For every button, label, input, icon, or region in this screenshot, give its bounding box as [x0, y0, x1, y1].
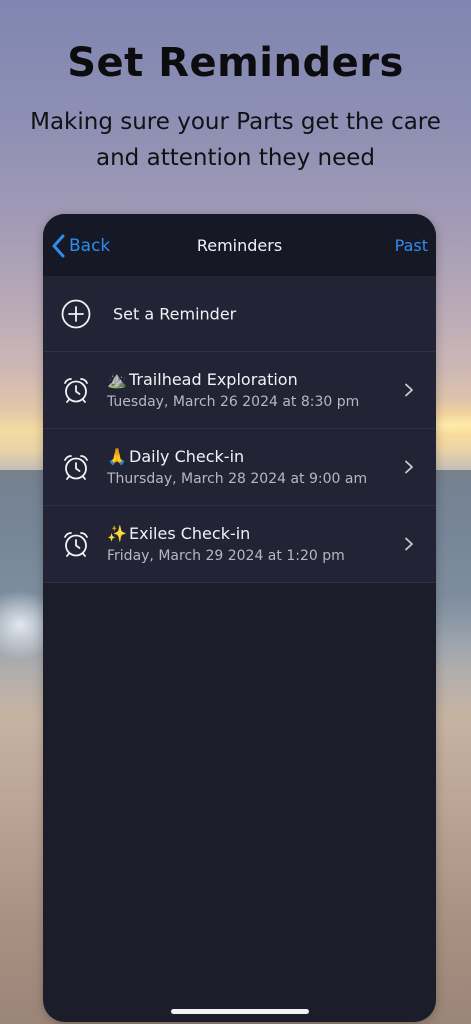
reminder-title: ⛰️ Trailhead Exploration — [107, 369, 396, 391]
mountain-emoji-icon: ⛰️ — [107, 370, 127, 389]
alarm-clock-icon — [64, 455, 88, 480]
alarm-clock-icon — [64, 378, 88, 403]
promo-headline: Set Reminders — [67, 40, 404, 86]
promo-subhead: Making sure your Parts get the care and … — [30, 109, 441, 171]
reminder-texts: 🙏 Daily Check-in Thursday, March 28 2024 … — [107, 446, 396, 489]
chevron-right-icon — [405, 383, 413, 397]
reminder-row[interactable]: 🙏 Daily Check-in Thursday, March 28 2024 … — [43, 429, 436, 506]
reminder-datetime: Friday, March 29 2024 at 1:20 pm — [107, 548, 345, 564]
reminder-title-text: Daily Check-in — [129, 447, 245, 466]
chevron-right-icon — [405, 537, 413, 551]
set-reminder-label: Set a Reminder — [113, 304, 237, 323]
reminder-list: Set a Reminder ⛰️ Trailhead Exploration T… — [43, 276, 436, 583]
reminder-datetime: Thursday, March 28 2024 at 9:00 am — [107, 471, 368, 487]
past-button[interactable]: Past — [395, 236, 428, 255]
sparkles-emoji-icon: ✨ — [107, 524, 127, 543]
reminder-texts: ✨ Exiles Check-in Friday, March 29 2024 a… — [107, 523, 396, 566]
nav-title: Reminders — [196, 236, 283, 255]
reminder-row[interactable]: ⛰️ Trailhead Exploration Tuesday, March 2… — [43, 352, 436, 429]
reminder-texts: ⛰️ Trailhead Exploration Tuesday, March 2… — [107, 369, 396, 412]
reminder-row[interactable]: ✨ Exiles Check-in Friday, March 29 2024 a… — [43, 506, 436, 583]
navigation-bar: Back Reminders Past — [43, 214, 436, 276]
reminder-title: ✨ Exiles Check-in — [107, 523, 396, 545]
praying-hands-emoji-icon: 🙏 — [107, 447, 127, 466]
alarm-clock-icon — [64, 532, 88, 557]
reminder-title-text: Trailhead Exploration — [129, 370, 298, 389]
reminder-title-text: Exiles Check-in — [129, 524, 251, 543]
app-screen: Back Reminders Past Set a Reminder ⛰️ Tra… — [43, 214, 436, 1022]
reminder-datetime: Tuesday, March 26 2024 at 8:30 pm — [107, 394, 360, 410]
home-indicator[interactable] — [170, 1009, 309, 1014]
reminder-title: 🙏 Daily Check-in — [107, 446, 396, 468]
plus-circle-icon — [61, 299, 91, 328]
chevron-right-icon — [405, 460, 413, 474]
set-reminder-row[interactable]: Set a Reminder — [43, 276, 436, 352]
